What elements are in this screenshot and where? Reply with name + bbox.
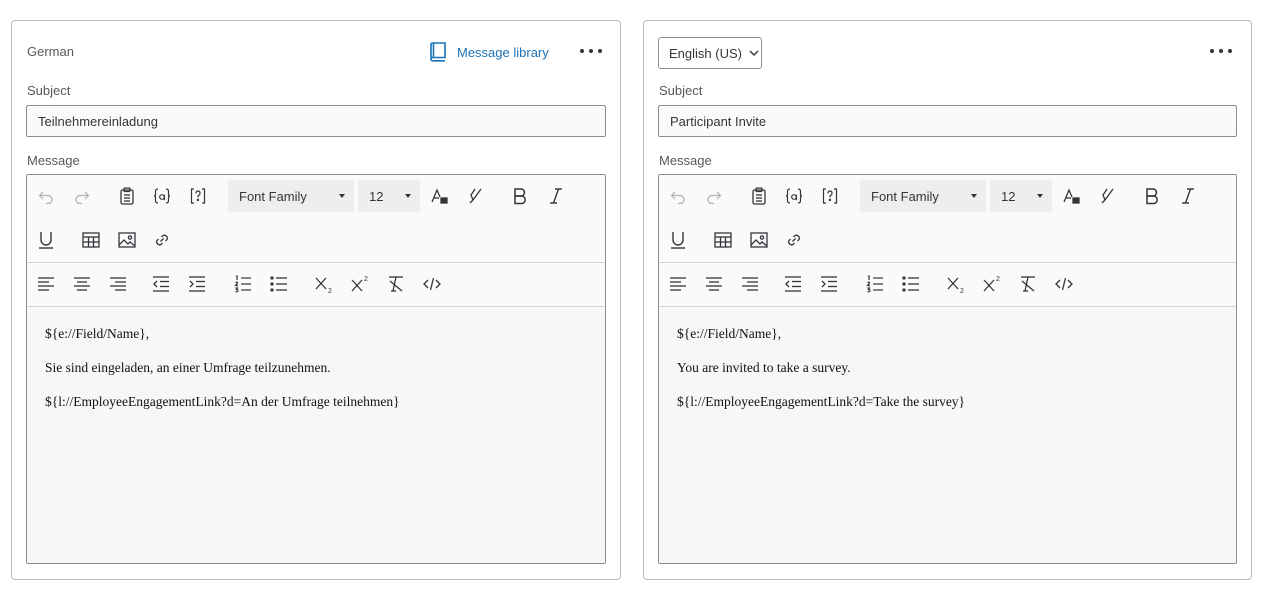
undo-icon[interactable] bbox=[667, 185, 689, 207]
link-icon[interactable] bbox=[783, 229, 805, 251]
subscript-icon[interactable]: 2 bbox=[313, 273, 335, 295]
book-icon bbox=[430, 42, 446, 62]
italic-icon[interactable] bbox=[1177, 185, 1199, 207]
subject-label: Subject bbox=[27, 83, 71, 98]
image-icon[interactable] bbox=[116, 229, 138, 251]
message-library-button[interactable]: Message library bbox=[429, 42, 549, 62]
redo-icon[interactable] bbox=[703, 185, 725, 207]
body-line: ${e://Field/Name}, bbox=[677, 326, 782, 341]
body-line: ${l://EmployeeEngagementLink?d=Take the … bbox=[677, 394, 966, 409]
message-body[interactable]: ${e://Field/Name}, You are invited to ta… bbox=[677, 325, 965, 427]
body-line: ${e://Field/Name}, bbox=[45, 326, 150, 341]
caret-down-icon bbox=[1037, 194, 1043, 198]
superscript-icon[interactable]: 2 bbox=[349, 273, 371, 295]
font-family-dropdown[interactable]: Font Family bbox=[860, 180, 986, 212]
table-icon[interactable] bbox=[712, 229, 734, 251]
redo-icon[interactable] bbox=[71, 185, 93, 207]
font-color-icon[interactable] bbox=[1060, 185, 1082, 207]
indent-icon[interactable] bbox=[818, 273, 840, 295]
ordered-list-icon[interactable] bbox=[864, 273, 886, 295]
subject-input[interactable]: Participant Invite bbox=[658, 105, 1237, 137]
underline-icon[interactable] bbox=[35, 229, 57, 251]
paste-icon[interactable] bbox=[748, 185, 770, 207]
translation-panel-german: German Message library Subject Teilnehme… bbox=[11, 20, 621, 580]
bullet-list-icon[interactable] bbox=[900, 273, 922, 295]
svg-text:2: 2 bbox=[328, 288, 332, 294]
message-body[interactable]: ${e://Field/Name}, Sie sind eingeladen, … bbox=[45, 325, 400, 427]
body-line: You are invited to take a survey. bbox=[677, 360, 851, 375]
caret-down-icon bbox=[971, 194, 977, 198]
subscript-icon[interactable]: 2 bbox=[945, 273, 967, 295]
language-select-value: English (US) bbox=[669, 45, 742, 61]
editor-toolbar-primary: Font Family 12 bbox=[27, 175, 605, 263]
body-line: ${l://EmployeeEngagementLink?d=An der Um… bbox=[45, 394, 400, 409]
align-center-icon[interactable] bbox=[703, 273, 725, 295]
more-options-icon[interactable] bbox=[580, 43, 602, 59]
font-color-icon[interactable] bbox=[428, 185, 450, 207]
language-label: German bbox=[27, 44, 74, 59]
font-size-value: 12 bbox=[1001, 188, 1016, 204]
help-icon[interactable] bbox=[819, 185, 841, 207]
editor-toolbar-secondary: 2 2 bbox=[27, 263, 605, 307]
align-left-icon[interactable] bbox=[35, 273, 57, 295]
editor-toolbar-primary: Font Family 12 bbox=[659, 175, 1236, 263]
message-label: Message bbox=[659, 153, 712, 168]
piped-text-icon[interactable] bbox=[151, 185, 173, 207]
source-code-icon[interactable] bbox=[1053, 273, 1075, 295]
align-right-icon[interactable] bbox=[107, 273, 129, 295]
piped-text-icon[interactable] bbox=[783, 185, 805, 207]
image-icon[interactable] bbox=[748, 229, 770, 251]
italic-icon[interactable] bbox=[545, 185, 567, 207]
paste-icon[interactable] bbox=[116, 185, 138, 207]
outdent-icon[interactable] bbox=[150, 273, 172, 295]
bold-icon[interactable] bbox=[1141, 185, 1163, 207]
message-editor[interactable]: Font Family 12 bbox=[26, 174, 606, 564]
body-line: Sie sind eingeladen, an einer Umfrage te… bbox=[45, 360, 331, 375]
highlight-icon[interactable] bbox=[465, 185, 487, 207]
undo-icon[interactable] bbox=[35, 185, 57, 207]
subject-value: Participant Invite bbox=[670, 113, 767, 129]
message-editor[interactable]: Font Family 12 bbox=[658, 174, 1237, 564]
bold-icon[interactable] bbox=[509, 185, 531, 207]
indent-icon[interactable] bbox=[186, 273, 208, 295]
align-center-icon[interactable] bbox=[71, 273, 93, 295]
outdent-icon[interactable] bbox=[782, 273, 804, 295]
ordered-list-icon[interactable] bbox=[232, 273, 254, 295]
font-size-dropdown[interactable]: 12 bbox=[990, 180, 1052, 212]
caret-down-icon bbox=[405, 194, 411, 198]
editor-toolbar-secondary: 2 2 bbox=[659, 263, 1236, 307]
svg-text:2: 2 bbox=[996, 276, 1000, 283]
font-size-value: 12 bbox=[369, 188, 384, 204]
subject-label: Subject bbox=[659, 83, 703, 98]
highlight-icon[interactable] bbox=[1097, 185, 1119, 207]
translation-panel-english: English (US) Subject Participant Invite … bbox=[643, 20, 1252, 580]
link-icon[interactable] bbox=[151, 229, 173, 251]
underline-icon[interactable] bbox=[667, 229, 689, 251]
svg-text:2: 2 bbox=[960, 288, 964, 294]
font-size-dropdown[interactable]: 12 bbox=[358, 180, 420, 212]
subject-value: Teilnehmereinladung bbox=[38, 113, 158, 129]
language-select[interactable]: English (US) bbox=[658, 37, 762, 69]
align-right-icon[interactable] bbox=[739, 273, 761, 295]
font-family-dropdown[interactable]: Font Family bbox=[228, 180, 354, 212]
bullet-list-icon[interactable] bbox=[268, 273, 290, 295]
clear-format-icon[interactable] bbox=[1017, 273, 1039, 295]
font-family-value: Font Family bbox=[239, 188, 307, 204]
align-left-icon[interactable] bbox=[667, 273, 689, 295]
message-library-label: Message library bbox=[457, 44, 549, 60]
font-family-value: Font Family bbox=[871, 188, 939, 204]
svg-text:2: 2 bbox=[364, 276, 368, 283]
chevron-down-icon bbox=[749, 50, 759, 56]
more-options-icon[interactable] bbox=[1210, 43, 1232, 59]
superscript-icon[interactable]: 2 bbox=[981, 273, 1003, 295]
source-code-icon[interactable] bbox=[421, 273, 443, 295]
table-icon[interactable] bbox=[80, 229, 102, 251]
caret-down-icon bbox=[339, 194, 345, 198]
help-icon[interactable] bbox=[187, 185, 209, 207]
subject-input[interactable]: Teilnehmereinladung bbox=[26, 105, 606, 137]
clear-format-icon[interactable] bbox=[385, 273, 407, 295]
message-label: Message bbox=[27, 153, 80, 168]
